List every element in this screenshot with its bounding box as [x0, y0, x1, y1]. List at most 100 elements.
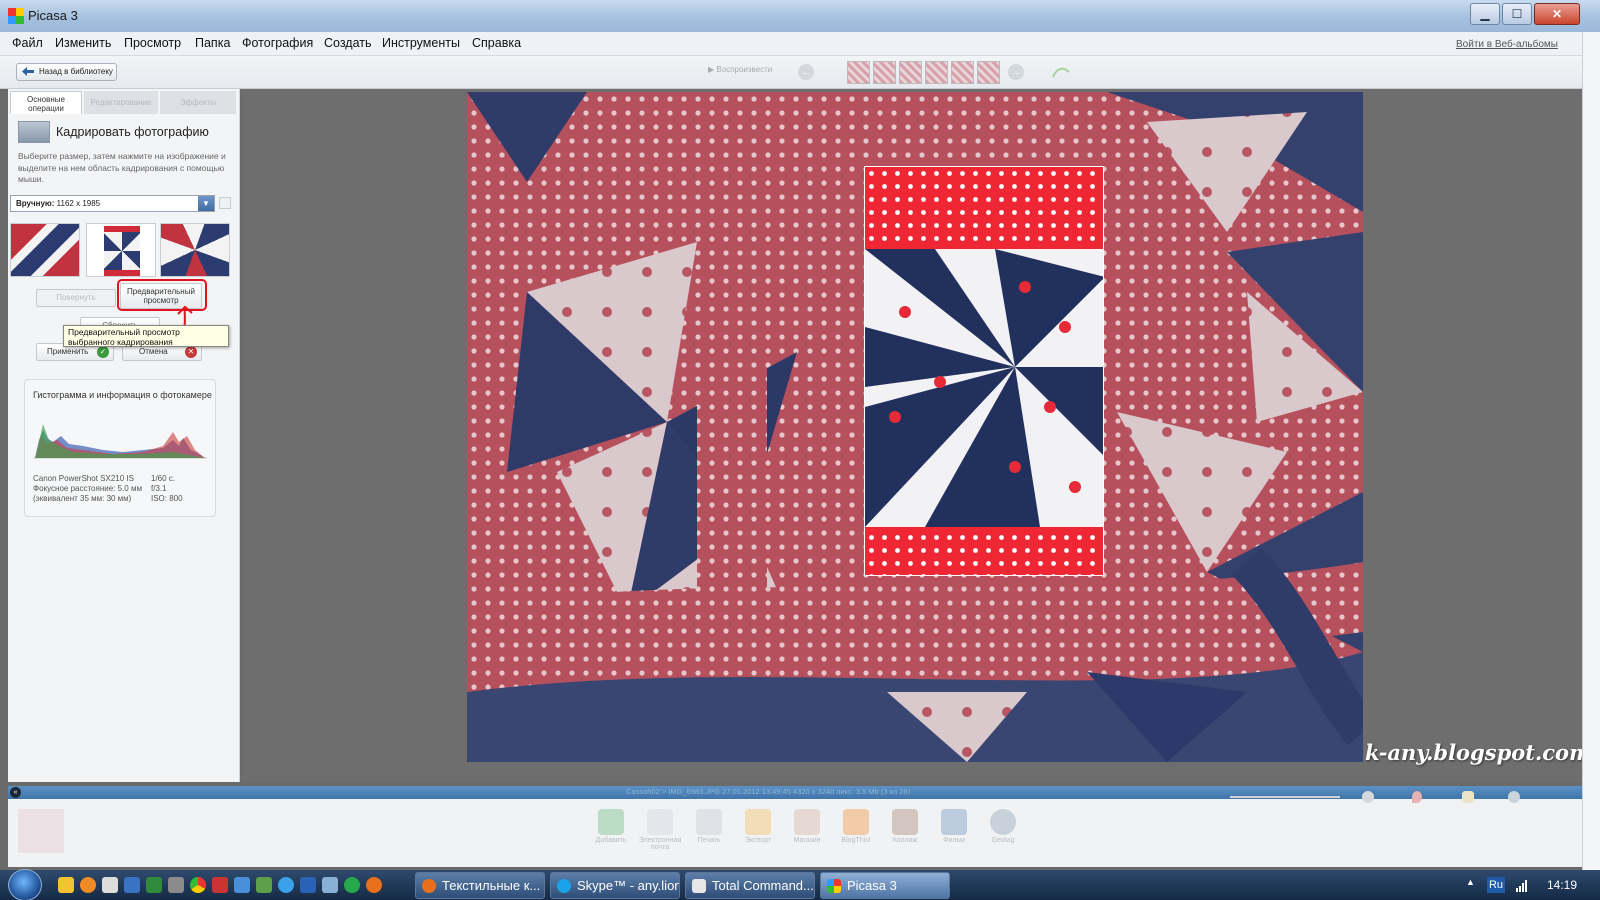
upload-icon[interactable] — [598, 809, 624, 835]
tab-basic-operations[interactable]: Основные операции — [10, 91, 82, 114]
quicklaunch-icon[interactable] — [168, 877, 184, 893]
quicklaunch-icon[interactable] — [300, 877, 316, 893]
crop-suggestion-thumb[interactable] — [86, 223, 156, 277]
quicklaunch-icon[interactable] — [212, 877, 228, 893]
quicklaunch-icon[interactable] — [322, 877, 338, 893]
photo-view-area — [243, 89, 1582, 782]
web-albums-link[interactable]: Войти в Веб-альбомы — [1456, 39, 1558, 50]
tray-button-print[interactable]: Печать — [685, 837, 733, 844]
tab-editing[interactable]: Редактирование — [84, 91, 158, 114]
export-icon[interactable] — [745, 809, 771, 835]
zoom-slider[interactable] — [1230, 796, 1340, 798]
tag-icon[interactable] — [1462, 791, 1474, 803]
info-icon[interactable] — [1508, 791, 1520, 803]
aspect-ratio-select[interactable]: Вручную: 1162 x 1985 ▼ — [10, 195, 215, 212]
menu-tools[interactable]: Инструменты — [382, 36, 460, 50]
tray-thumbnail[interactable] — [18, 809, 64, 853]
menu-view[interactable]: Просмотр — [124, 36, 181, 50]
show-hidden-icons-button[interactable]: ▲ — [1466, 877, 1475, 887]
prev-photo-button[interactable]: ← — [798, 64, 814, 80]
quicklaunch-icon[interactable] — [102, 877, 118, 893]
strip-thumb[interactable] — [977, 61, 1000, 84]
camera-shutter: 1/60 с. — [151, 474, 176, 483]
next-photo-button[interactable]: → — [1008, 64, 1024, 80]
menu-edit[interactable]: Изменить — [55, 36, 111, 50]
camera-focal-length: Фокусное расстояние: 5.0 мм — [33, 484, 142, 493]
firefox-icon — [422, 879, 436, 893]
aspect-options-icon[interactable] — [219, 197, 231, 209]
menu-help[interactable]: Справка — [472, 36, 521, 50]
quicklaunch-icon[interactable] — [124, 877, 140, 893]
email-icon[interactable] — [647, 809, 673, 835]
quicklaunch-icon[interactable] — [256, 877, 272, 893]
tray-button-movie[interactable]: Фильм — [930, 837, 978, 844]
quicklaunch-icon[interactable] — [146, 877, 162, 893]
crop-suggestion-thumb[interactable] — [160, 223, 230, 277]
strip-thumb[interactable] — [899, 61, 922, 84]
tray-button-collage[interactable]: Коллаж — [881, 837, 929, 844]
tray-button-shop[interactable]: Магазин — [783, 837, 831, 844]
task-firefox[interactable]: Текстильные к... — [415, 872, 545, 899]
play-slideshow-button[interactable]: ▶ Воспроизвести — [708, 65, 772, 74]
window-title: Picasa 3 — [28, 8, 78, 23]
collage-icon[interactable] — [892, 809, 918, 835]
quicklaunch-icon[interactable] — [234, 877, 250, 893]
skype-icon — [557, 879, 571, 893]
geotag-icon[interactable] — [990, 809, 1016, 835]
strip-thumb[interactable] — [873, 61, 896, 84]
crop-suggestion-thumb[interactable] — [10, 223, 80, 277]
utorrent-icon[interactable] — [344, 877, 360, 893]
tab-effects[interactable]: Эффекты — [160, 91, 236, 114]
clock[interactable]: 14:19 — [1547, 878, 1577, 892]
language-indicator[interactable]: Ru — [1487, 877, 1505, 893]
status-bar: « Cassoh02 > IMG_6983.JPG 27.01.2012 13:… — [8, 786, 1582, 799]
back-to-library-label: Назад в библиотеку — [39, 67, 113, 76]
minimize-button[interactable]: ▁ — [1470, 3, 1500, 25]
print-icon[interactable] — [696, 809, 722, 835]
collapse-panel-icon[interactable]: « — [10, 787, 21, 798]
location-pin-icon[interactable] — [1412, 791, 1422, 803]
tray-button-email[interactable]: Электронная почта — [636, 837, 684, 851]
back-to-library-button[interactable]: Назад в библиотеку — [16, 63, 117, 81]
menu-photo[interactable]: Фотография — [242, 36, 313, 50]
start-button[interactable] — [8, 869, 42, 900]
menu-folder[interactable]: Папка — [195, 36, 230, 50]
tray-button-blogthis[interactable]: BlogThis! — [832, 837, 880, 844]
enhance-icon[interactable] — [1052, 65, 1070, 79]
crop-selection-image — [865, 167, 1103, 575]
rotate-button[interactable]: Повернуть — [36, 289, 116, 307]
picasa-logo-icon — [8, 8, 24, 24]
aspect-value: 1162 x 1985 — [56, 199, 101, 208]
people-icon[interactable] — [1362, 791, 1374, 803]
task-total-commander[interactable]: Total Command... — [685, 872, 815, 899]
chrome-icon[interactable] — [190, 877, 206, 893]
cancel-label: Отмена — [139, 347, 168, 356]
total-commander-icon — [692, 879, 706, 893]
tray-button-upload[interactable]: Добавить — [587, 837, 635, 844]
chevron-down-icon[interactable]: ▼ — [198, 196, 214, 211]
tray-button-export[interactable]: Экспорт — [734, 837, 782, 844]
menu-create[interactable]: Создать — [324, 36, 372, 50]
ie-icon[interactable] — [278, 877, 294, 893]
picasa-logo-icon — [827, 879, 841, 893]
toolbar: Назад в библиотеку ▶ Воспроизвести ← → — [0, 56, 1582, 89]
crop-selection[interactable] — [864, 166, 1104, 576]
shop-icon[interactable] — [794, 809, 820, 835]
strip-thumb[interactable] — [847, 61, 870, 84]
firefox-icon[interactable] — [366, 877, 382, 893]
quicklaunch-icon[interactable] — [58, 877, 74, 893]
quicklaunch-icon[interactable] — [80, 877, 96, 893]
tray-button-geotag[interactable]: Geotag — [979, 837, 1027, 844]
crop-icon — [18, 121, 50, 143]
task-skype[interactable]: Skype™ - any.lion — [550, 872, 680, 899]
task-picasa[interactable]: Picasa 3 — [820, 872, 950, 899]
strip-thumb[interactable] — [951, 61, 974, 84]
strip-thumb[interactable] — [925, 61, 948, 84]
close-button[interactable]: ✕ — [1534, 3, 1580, 25]
movie-icon[interactable] — [941, 809, 967, 835]
photo-canvas[interactable] — [467, 92, 1363, 762]
maximize-button[interactable]: ☐ — [1502, 3, 1532, 25]
network-signal-icon[interactable] — [1516, 878, 1530, 892]
menu-file[interactable]: Файл — [12, 36, 43, 50]
blogger-icon[interactable] — [843, 809, 869, 835]
